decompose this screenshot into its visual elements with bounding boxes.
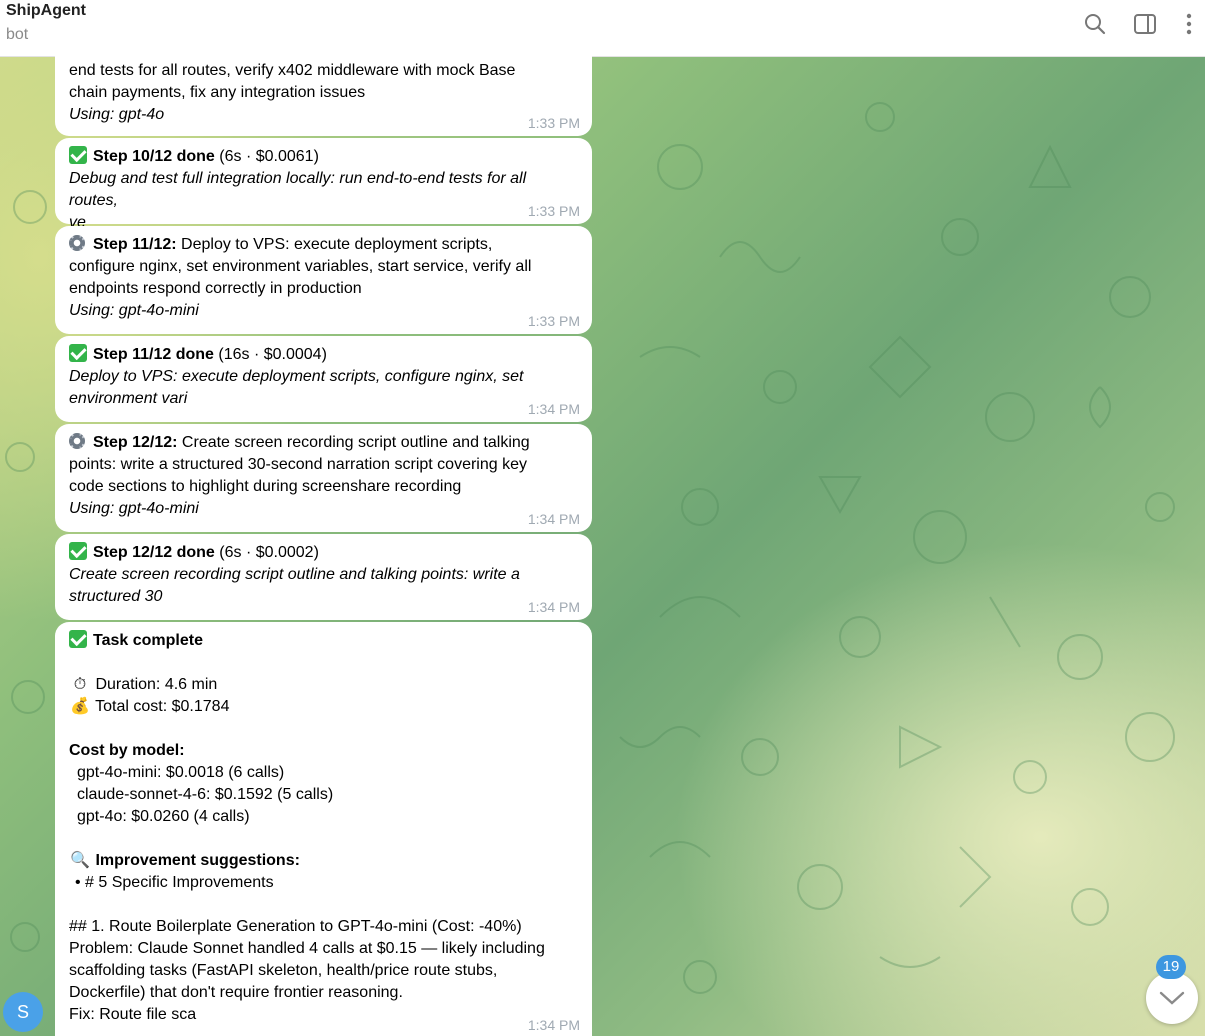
check-icon	[69, 344, 87, 362]
message-time: 1:33 PM	[527, 313, 580, 329]
scroll-to-bottom-button[interactable]	[1146, 972, 1198, 1024]
step-text: points: write a structured 30-second nar…	[69, 456, 527, 473]
step-text: Create screen recording script outline a…	[177, 434, 530, 451]
unread-count-badge: 19	[1156, 955, 1186, 979]
check-icon	[69, 542, 87, 560]
stopwatch-icon: ⏱	[73, 676, 87, 693]
message-text: end tests for all routes, verify x402 mi…	[69, 62, 516, 79]
magnifier-icon: 🔍	[70, 852, 90, 869]
message-time: 1:33 PM	[527, 115, 580, 131]
message-text: chain payments, fix any integration issu…	[69, 84, 366, 101]
gear-icon	[69, 235, 85, 251]
step-description: environment vari	[69, 390, 188, 407]
message-bubble: Step 11/12 done (16s · $0.0004) Deploy t…	[55, 336, 592, 422]
message-time: 1:34 PM	[527, 599, 580, 615]
step-title: Step 10/12 done	[93, 148, 215, 165]
model-cost: gpt-4o-mini: $0.0018 (6 calls)	[77, 764, 285, 781]
improvement-text: Fix: Route file sca	[69, 1006, 197, 1023]
message-time: 1:33 PM	[527, 203, 580, 219]
model-used: Using: gpt-4o	[69, 106, 165, 123]
check-icon	[69, 630, 87, 648]
message-time: 1:34 PM	[527, 511, 580, 527]
message-bubble: Step 10/12 done (6s · $0.0061) Debug and…	[55, 138, 592, 231]
improvement-text: Problem: Claude Sonnet handled 4 calls a…	[69, 940, 545, 957]
model-used: Using: gpt-4o-mini	[69, 500, 199, 517]
chevron-down-icon	[1159, 991, 1185, 1005]
message-bubble: Step 12/12: Create screen recording scri…	[55, 424, 592, 532]
cost-by-model-label: Cost by model:	[69, 742, 185, 759]
check-icon	[69, 146, 87, 164]
step-title: Step 11/12:	[93, 236, 177, 253]
step-description: Debug and test full integration locally:…	[69, 170, 531, 209]
message-bubble: end tests for all routes, verify x402 mi…	[55, 30, 592, 136]
improvement-bullet: • # 5 Specific Improvements	[75, 874, 274, 891]
chat-subtitle: bot	[6, 26, 29, 43]
step-description: Create screen recording script outline a…	[69, 566, 520, 583]
step-title: Step 11/12 done	[93, 346, 214, 363]
step-text: code sections to highlight during screen…	[69, 478, 462, 495]
step-text: Deploy to VPS: execute deployment script…	[176, 236, 493, 253]
sidebar-toggle-icon[interactable]	[1133, 12, 1157, 36]
step-title: Step 12/12 done	[93, 544, 215, 561]
model-used: Using: gpt-4o-mini	[69, 302, 199, 319]
message-bubble: Step 12/12 done (6s · $0.0002) Create sc…	[55, 534, 592, 620]
step-meta: (6s · $0.0061)	[219, 148, 319, 165]
step-meta: (16s · $0.0004)	[218, 346, 327, 363]
message-time: 1:34 PM	[527, 1017, 580, 1033]
summary-title: Task complete	[93, 632, 203, 649]
step-meta: (6s · $0.0002)	[219, 544, 319, 561]
search-icon[interactable]	[1083, 12, 1107, 36]
more-vertical-icon[interactable]	[1177, 12, 1201, 36]
chat-title[interactable]: ShipAgent	[6, 2, 86, 20]
gear-icon	[69, 433, 85, 449]
bot-avatar[interactable]: S	[3, 992, 43, 1032]
step-text: configure nginx, set environment variabl…	[69, 258, 532, 275]
total-cost: Total cost: $0.1784	[95, 698, 230, 715]
improvement-text: Dockerfile) that don't require frontier …	[69, 984, 403, 1001]
model-cost: claude-sonnet-4-6: $0.1592 (5 calls)	[77, 786, 334, 803]
improvement-text: ## 1. Route Boilerplate Generation to GP…	[69, 918, 522, 935]
step-description: Deploy to VPS: execute deployment script…	[69, 368, 524, 385]
summary-bubble: Task complete ⏱ Duration: 4.6 min 💰 Tota…	[55, 622, 592, 1036]
money-bag-icon: 💰	[70, 698, 90, 715]
message-bubble: Step 11/12: Deploy to VPS: execute deplo…	[55, 226, 592, 334]
step-title: Step 12/12:	[93, 434, 178, 451]
step-text: endpoints respond correctly in productio…	[69, 280, 362, 297]
step-description: structured 30	[69, 588, 163, 605]
improvement-text: scaffolding tasks (FastAPI skeleton, hea…	[69, 962, 498, 979]
improvement-label: Improvement suggestions:	[95, 852, 300, 869]
message-time: 1:34 PM	[527, 401, 580, 417]
duration: Duration: 4.6 min	[95, 676, 218, 693]
model-cost: gpt-4o: $0.0260 (4 calls)	[77, 808, 250, 825]
